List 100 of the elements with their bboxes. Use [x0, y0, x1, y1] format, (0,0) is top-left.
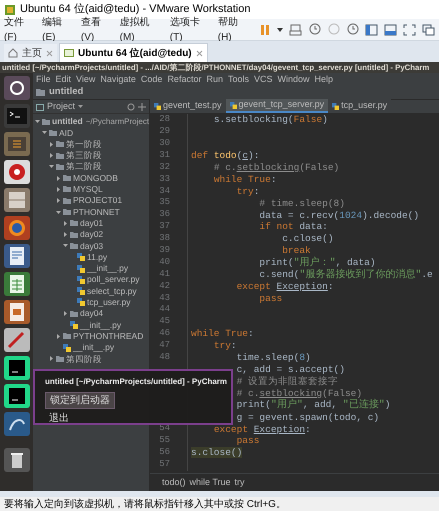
menu-item[interactable]: Edit: [56, 72, 72, 86]
text-editor-icon[interactable]: [4, 132, 30, 156]
line-number: 43: [158, 292, 170, 305]
folder-icon: [56, 356, 64, 362]
expand-arrow-icon[interactable]: [56, 176, 61, 181]
collapse-arrow-icon[interactable]: [35, 119, 40, 124]
target-icon[interactable]: [4, 160, 30, 184]
tree-item[interactable]: PYTHONTHREAD: [73, 330, 144, 343]
expand-arrow-icon[interactable]: [49, 356, 54, 362]
line-number: 47: [158, 339, 170, 352]
tree-item[interactable]: __init__.py: [80, 318, 122, 332]
tree-item[interactable]: 第四阶段: [66, 352, 102, 366]
tree-item[interactable]: 第一阶段: [66, 138, 102, 151]
code-line: pass: [259, 292, 282, 304]
expand-arrow-icon[interactable]: [63, 311, 68, 316]
code-line: break: [282, 245, 311, 256]
ring-icon[interactable]: [4, 76, 30, 100]
vm-tab[interactable]: 主页: [4, 44, 57, 62]
line-number: 39: [158, 244, 170, 257]
line-number: 38: [158, 232, 170, 246]
context-menu-item[interactable]: 退出: [45, 411, 73, 426]
vm-tab[interactable]: Ubuntu 64 位(aid@tedu): [59, 43, 208, 62]
menu-item[interactable]: Tools: [228, 72, 249, 86]
menu-item[interactable]: Code: [140, 72, 162, 86]
tree-item[interactable]: 11.py: [87, 250, 108, 264]
project-panel-title[interactable]: Project: [47, 100, 76, 114]
line-number: 46: [158, 327, 170, 340]
line-number: 30: [158, 136, 170, 150]
tree-item[interactable]: tcp_user.py: [87, 296, 130, 309]
close-icon[interactable]: [196, 50, 203, 56]
fullscreen-icon[interactable]: [403, 24, 416, 36]
menu-item[interactable]: VCS: [254, 72, 272, 86]
line-number: 33: [158, 172, 170, 186]
trash-icon[interactable]: [4, 448, 30, 472]
collapse-arrow-icon[interactable]: [49, 164, 54, 170]
line-number: 29: [158, 125, 170, 138]
tree-item[interactable]: AID: [59, 126, 74, 140]
code-line: pass: [236, 435, 260, 446]
document-icon[interactable]: [4, 244, 30, 268]
code-line: c.close(): [282, 233, 334, 244]
code-line: # time.sleep(8): [259, 198, 345, 209]
menu-item[interactable]: Help: [314, 72, 334, 86]
menu-item[interactable]: View: [76, 72, 96, 86]
expand-arrow-icon[interactable]: [49, 142, 54, 147]
expand-arrow-icon[interactable]: [63, 220, 68, 226]
menu-item[interactable]: Navigate: [100, 72, 136, 86]
tree-item[interactable]: poll_server.py: [87, 273, 140, 286]
expand-arrow-icon[interactable]: [56, 334, 61, 339]
expand-arrow-icon[interactable]: [56, 198, 61, 204]
tree-item[interactable]: day04: [80, 307, 104, 320]
tree-item[interactable]: MYSQL: [73, 183, 103, 196]
code-line: # c.setblocking(False): [236, 388, 362, 399]
tree-item[interactable]: 第二阶段: [66, 160, 102, 174]
code-line: while True:: [191, 328, 254, 340]
tree-item[interactable]: MONGODB: [73, 172, 118, 185]
collapse-arrow-icon[interactable]: [42, 130, 47, 136]
tree-item[interactable]: 第三阶段: [66, 149, 102, 162]
presentation-icon[interactable]: [4, 300, 30, 324]
tree-item[interactable]: day03: [80, 240, 104, 252]
tree-item[interactable]: day01: [80, 216, 104, 230]
expand-arrow-icon[interactable]: [56, 186, 61, 192]
tree-item[interactable]: PROJECT01: [73, 194, 122, 208]
terminal-icon[interactable]: [4, 104, 30, 128]
breadcrumb[interactable]: todo(): [162, 476, 186, 490]
file-cabinet-icon[interactable]: [4, 188, 30, 212]
expand-arrow-icon[interactable]: [63, 232, 68, 238]
tree-item[interactable]: day02: [80, 228, 104, 241]
dropdown-icon[interactable]: [277, 28, 283, 32]
spreadsheet-icon[interactable]: [4, 272, 30, 296]
menu-item[interactable]: Refactor: [167, 72, 202, 86]
tree-item[interactable]: PTHONNET: [73, 206, 120, 218]
context-menu-title: untitled [~/PycharmProjects/untitled] - PyCharm: [45, 376, 228, 387]
editor-tab[interactable]: gevent_test.py: [150, 99, 226, 113]
context-menu-item[interactable]: 锁定到启动器: [45, 392, 115, 409]
editor-tab[interactable]: gevent_tcp_server.py: [226, 99, 328, 113]
editor-tab[interactable]: tcp_user.py: [328, 99, 392, 113]
line-number: 41: [158, 268, 170, 281]
expand-arrow-icon[interactable]: [49, 153, 54, 158]
tree-item[interactable]: __init__.py: [87, 262, 128, 275]
menu-item[interactable]: Run: [206, 72, 223, 86]
python-file-icon: [63, 344, 71, 352]
menu-item[interactable]: File: [36, 72, 51, 86]
menu-item[interactable]: 虚拟机(M): [120, 14, 164, 44]
line-number: 40: [158, 256, 170, 269]
code-line: print("用户", add, "已连接"): [236, 399, 390, 412]
breadcrumb[interactable]: try: [234, 476, 245, 490]
nav-bar-path[interactable]: untitled: [49, 85, 84, 100]
collapse-arrow-icon[interactable]: [63, 243, 68, 248]
python-file-icon: [332, 102, 340, 110]
tree-item[interactable]: untitled: [52, 115, 83, 128]
tree-item[interactable]: __init__.py: [73, 341, 114, 354]
window-title: Ubuntu 64 位(aid@tedu) - VMware Workstation: [20, 2, 250, 16]
breadcrumb[interactable]: while True: [190, 476, 231, 490]
vm-icon: [64, 48, 74, 58]
menu-item[interactable]: Window: [278, 72, 310, 86]
code-line: time.sleep(8): [236, 352, 311, 364]
collapse-arrow-icon[interactable]: [56, 210, 61, 215]
browser-icon[interactable]: [4, 216, 30, 240]
tree-item[interactable]: select_tcp.py: [87, 284, 137, 298]
code-line: # c.setblocking(False): [214, 162, 340, 173]
